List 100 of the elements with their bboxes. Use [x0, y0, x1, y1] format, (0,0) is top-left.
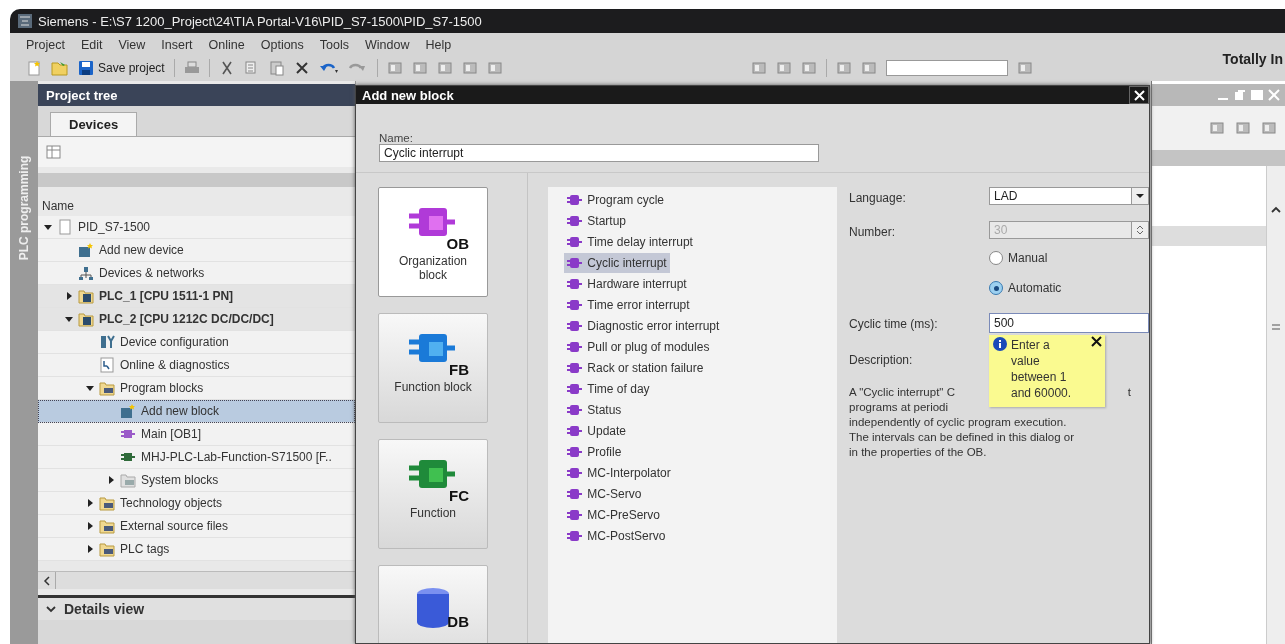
toolbar-icon[interactable] [750, 60, 767, 76]
list-item[interactable]: Rack or station failure [564, 358, 707, 378]
search-field[interactable] [885, 60, 1008, 76]
block-icon [567, 509, 584, 521]
toolbar-icon[interactable] [1235, 120, 1251, 136]
toolbar-icon[interactable] [775, 60, 792, 76]
menu-item[interactable]: Insert [161, 38, 193, 52]
expand-arrow-icon[interactable] [86, 522, 94, 530]
list-item[interactable]: Time of day [564, 379, 653, 399]
tree-item[interactable]: Devices & networks [38, 262, 355, 285]
maximize-icon[interactable] [1250, 88, 1264, 102]
close-icon[interactable] [1091, 336, 1102, 347]
tree-item[interactable]: Online & diagnostics [38, 354, 355, 377]
plc-folder-icon [78, 288, 94, 304]
new-project-icon[interactable] [26, 60, 42, 76]
list-item[interactable]: MC-PostServo [564, 526, 669, 546]
toolbar-icon[interactable] [461, 60, 478, 76]
tooltip-text: Enter a value between 1 and 60000. [1011, 337, 1073, 401]
toolbar-icon[interactable] [1016, 60, 1033, 76]
toolbar-icon[interactable] [411, 60, 428, 76]
save-icon[interactable] [78, 60, 94, 76]
toolbar-icon[interactable] [860, 60, 877, 76]
radio-button[interactable] [989, 281, 1003, 295]
expand-arrow-icon[interactable] [65, 292, 73, 300]
list-item[interactable]: MC-Servo [564, 484, 645, 504]
list-item[interactable]: Pull or plug of modules [564, 337, 713, 357]
list-item[interactable]: MC-PreServo [564, 505, 663, 525]
tree-item[interactable]: Add new block [38, 400, 355, 423]
table-icon[interactable] [46, 144, 62, 160]
menu-item[interactable]: Options [260, 38, 304, 52]
save-project-button[interactable]: Save project [78, 60, 165, 76]
radio-option[interactable]: Automatic [989, 273, 1149, 303]
block-type-button[interactable]: OB Organization block [378, 187, 488, 297]
menu-item[interactable]: View [118, 38, 146, 52]
toolbar-icon[interactable] [1209, 120, 1225, 136]
radio-option[interactable]: Manual [989, 243, 1149, 273]
tree-item[interactable]: PLC_1 [CPU 1511-1 PN] [38, 285, 355, 308]
name-field[interactable]: Cyclic interrupt [379, 144, 819, 162]
list-item[interactable]: Diagnostic error interrupt [564, 316, 723, 336]
list-item[interactable]: Startup [564, 211, 629, 231]
collapse-arrow-icon[interactable] [65, 315, 73, 323]
expand-arrow-icon[interactable] [107, 476, 115, 484]
list-item[interactable]: Program cycle [564, 190, 667, 210]
list-item[interactable]: MC-Interpolator [564, 463, 674, 483]
tree-item[interactable]: PLC_2 [CPU 1212C DC/DC/DC] [38, 308, 355, 331]
print-icon[interactable] [183, 60, 200, 76]
collapse-arrow-icon[interactable] [44, 223, 52, 231]
menu-item[interactable]: Help [425, 38, 452, 52]
delete-icon[interactable] [293, 60, 310, 76]
close-button[interactable] [1129, 86, 1149, 104]
list-item[interactable]: Hardware interrupt [564, 274, 690, 294]
tree-item[interactable]: Technology objects [38, 492, 355, 515]
tree-item[interactable]: PLC tags [38, 538, 355, 561]
menu-item[interactable]: Window [365, 38, 410, 52]
tree-item[interactable]: Device configuration [38, 331, 355, 354]
tree-item[interactable]: Program blocks [38, 377, 355, 400]
list-item[interactable]: Profile [564, 442, 625, 462]
toolbar-icon[interactable] [486, 60, 503, 76]
tree-item[interactable]: MHJ-PLC-Lab-Function-S71500 [F.. [38, 446, 355, 469]
toolbar-icon[interactable] [436, 60, 453, 76]
collapse-arrow-icon[interactable] [86, 384, 94, 392]
toolbar-icon[interactable] [386, 60, 403, 76]
panel-title: Project tree [46, 87, 118, 103]
toolbar-icon[interactable] [1261, 120, 1277, 136]
block-type-button[interactable]: DB [378, 565, 488, 643]
radio-button[interactable] [989, 251, 1003, 265]
list-item[interactable]: Time error interrupt [564, 295, 693, 315]
menu-item[interactable]: Project [26, 38, 65, 52]
scrollbar[interactable] [38, 571, 355, 589]
tree-item[interactable]: System blocks [38, 469, 355, 492]
tree-item[interactable]: PID_S7-1500 [38, 216, 355, 239]
list-item[interactable]: Time delay interrupt [564, 232, 696, 252]
menu-item[interactable]: Edit [80, 38, 103, 52]
list-item[interactable]: Update [564, 421, 629, 441]
expand-arrow-icon[interactable] [86, 499, 94, 507]
list-item[interactable]: Status [564, 400, 625, 420]
open-folder-icon[interactable] [51, 60, 69, 76]
block-icon [567, 236, 584, 248]
block-type-button[interactable]: FC Function [378, 439, 488, 549]
scroll-left-icon[interactable] [42, 575, 51, 586]
menu-item[interactable]: Online [208, 38, 245, 52]
toolbar-icon[interactable] [800, 60, 817, 76]
scrollbar[interactable] [1266, 166, 1285, 644]
block-icon [567, 194, 584, 206]
paste-icon[interactable] [268, 60, 285, 76]
language-dropdown[interactable]: LAD [989, 187, 1149, 205]
list-item[interactable]: Cyclic interrupt [564, 253, 670, 273]
scroll-up-icon[interactable] [1271, 206, 1281, 214]
tree-item[interactable]: Main [OB1] [38, 423, 355, 446]
toolbar-icon[interactable] [835, 60, 852, 76]
menu-item[interactable]: Tools [319, 38, 349, 52]
block-icon [567, 257, 584, 269]
expand-arrow-icon[interactable] [86, 545, 94, 553]
tree-item[interactable]: Add new device [38, 239, 355, 262]
block-type-button[interactable]: FB Function block [378, 313, 488, 423]
restore-icon[interactable] [1233, 88, 1247, 102]
tab[interactable]: Devices [50, 112, 138, 136]
scroll-grip-icon[interactable] [1271, 324, 1281, 330]
tree-item[interactable]: External source files [38, 515, 355, 538]
cyclic-time-field[interactable]: 500 [989, 313, 1149, 333]
